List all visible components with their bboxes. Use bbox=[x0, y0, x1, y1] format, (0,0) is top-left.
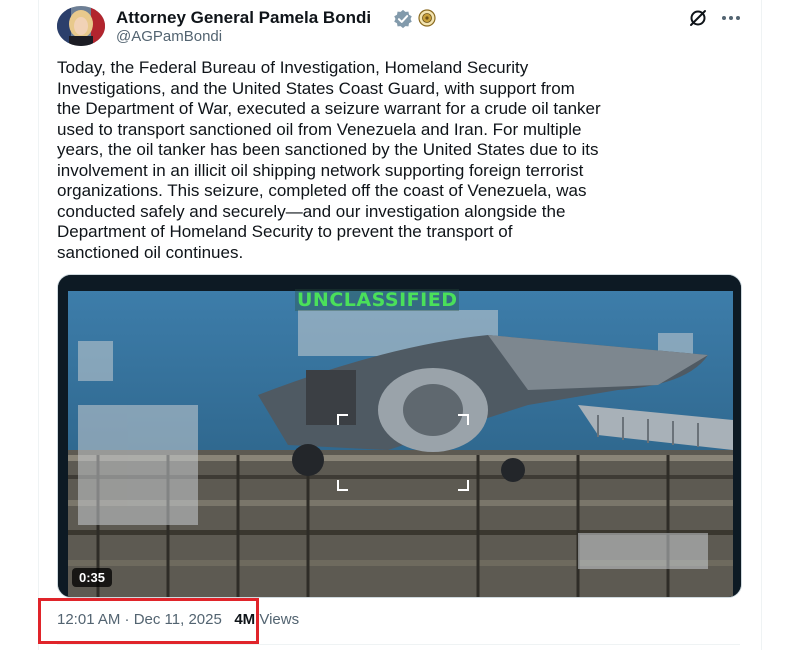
more-options-icon[interactable] bbox=[720, 8, 742, 28]
tweet-video[interactable]: UNCLASSIFIED 0:35 bbox=[57, 274, 742, 598]
views-label: Views bbox=[259, 611, 300, 628]
timestamp-highlight-box bbox=[38, 598, 259, 644]
author-name[interactable]: Attorney General Pamela Bondi bbox=[116, 8, 371, 28]
government-seal-icon bbox=[418, 9, 436, 27]
grok-icon[interactable] bbox=[688, 8, 708, 28]
video-frame bbox=[58, 275, 741, 597]
avatar[interactable] bbox=[57, 6, 105, 46]
tweet-text: Today, the Federal Bureau of Investigati… bbox=[57, 58, 601, 262]
verified-badge-icon bbox=[394, 9, 412, 29]
author-handle[interactable]: @AGPamBondi bbox=[116, 28, 222, 45]
video-overlay-label: UNCLASSIFIED bbox=[295, 289, 460, 311]
divider bbox=[57, 644, 740, 645]
video-duration-badge: 0:35 bbox=[72, 568, 113, 587]
